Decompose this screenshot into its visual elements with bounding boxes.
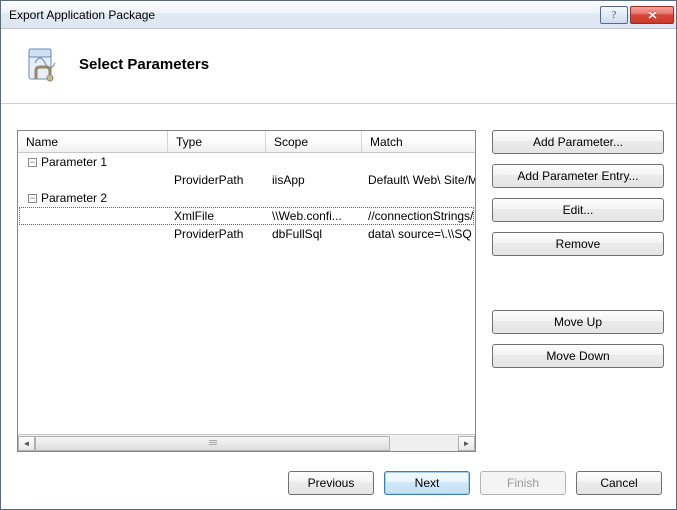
export-application-package-dialog: Export Application Package ? Select Para… xyxy=(0,0,677,510)
parameter-entry-row[interactable]: ProviderPathiisAppDefault\ Web\ Site/MyA… xyxy=(18,171,475,189)
scroll-thumb[interactable] xyxy=(35,436,390,451)
cell-scope: dbFullSql xyxy=(266,227,362,241)
cell-match: Default\ Web\ Site/MyApp xyxy=(362,173,475,187)
parameter-group-row[interactable]: −Parameter 2 xyxy=(18,189,475,207)
wizard-header: Select Parameters xyxy=(1,29,676,103)
column-header-type[interactable]: Type xyxy=(168,131,266,152)
finish-button: Finish xyxy=(480,471,566,495)
collapse-icon[interactable]: − xyxy=(28,194,37,203)
titlebar: Export Application Package ? xyxy=(1,1,676,29)
group-label: Parameter 2 xyxy=(41,191,107,205)
wizard-footer: Previous Next Finish Cancel xyxy=(1,460,676,509)
grid-body[interactable]: −Parameter 1ProviderPathiisAppDefault\ W… xyxy=(18,153,475,434)
cancel-button[interactable]: Cancel xyxy=(576,471,662,495)
remove-button[interactable]: Remove xyxy=(492,232,664,256)
body: Name Type Scope Match −Parameter 1Provid… xyxy=(1,104,676,460)
column-header-scope[interactable]: Scope xyxy=(266,131,362,152)
next-button[interactable]: Next xyxy=(384,471,470,495)
horizontal-scrollbar[interactable]: ◄ ► xyxy=(18,434,475,451)
close-button[interactable] xyxy=(630,6,674,24)
svg-text:?: ? xyxy=(612,10,617,20)
scroll-left-arrow[interactable]: ◄ xyxy=(18,436,35,451)
cell-match: //connectionStrings/ xyxy=(362,209,475,223)
column-header-name[interactable]: Name xyxy=(18,131,168,152)
cell-type: XmlFile xyxy=(168,209,266,223)
cell-type: ProviderPath xyxy=(168,173,266,187)
parameters-grid: Name Type Scope Match −Parameter 1Provid… xyxy=(17,130,476,452)
move-down-button[interactable]: Move Down xyxy=(492,344,664,368)
group-label: Parameter 1 xyxy=(41,155,107,169)
collapse-icon[interactable]: − xyxy=(28,158,37,167)
side-buttons: Add Parameter... Add Parameter Entry... … xyxy=(492,130,664,452)
window-title: Export Application Package xyxy=(9,8,155,22)
parameter-entry-row[interactable]: XmlFile\\Web.confi...//connectionStrings… xyxy=(18,207,475,225)
titlebar-buttons: ? xyxy=(600,6,674,24)
scroll-right-arrow[interactable]: ► xyxy=(458,436,475,451)
edit-button[interactable]: Edit... xyxy=(492,198,664,222)
help-button[interactable]: ? xyxy=(600,6,628,24)
cell-type: ProviderPath xyxy=(168,227,266,241)
page-heading: Select Parameters xyxy=(79,56,209,73)
scroll-track[interactable] xyxy=(35,436,458,451)
add-parameter-entry-button[interactable]: Add Parameter Entry... xyxy=(492,164,664,188)
parameter-group-row[interactable]: −Parameter 1 xyxy=(18,153,475,171)
grid-header: Name Type Scope Match xyxy=(18,131,475,153)
column-header-match[interactable]: Match xyxy=(362,131,475,152)
package-icon xyxy=(21,43,63,85)
add-parameter-button[interactable]: Add Parameter... xyxy=(492,130,664,154)
previous-button[interactable]: Previous xyxy=(288,471,374,495)
cell-match: data\ source=\.\\SQ xyxy=(362,227,475,241)
cell-scope: \\Web.confi... xyxy=(266,209,362,223)
parameter-entry-row[interactable]: ProviderPathdbFullSqldata\ source=\.\\SQ xyxy=(18,225,475,243)
move-up-button[interactable]: Move Up xyxy=(492,310,664,334)
cell-scope: iisApp xyxy=(266,173,362,187)
